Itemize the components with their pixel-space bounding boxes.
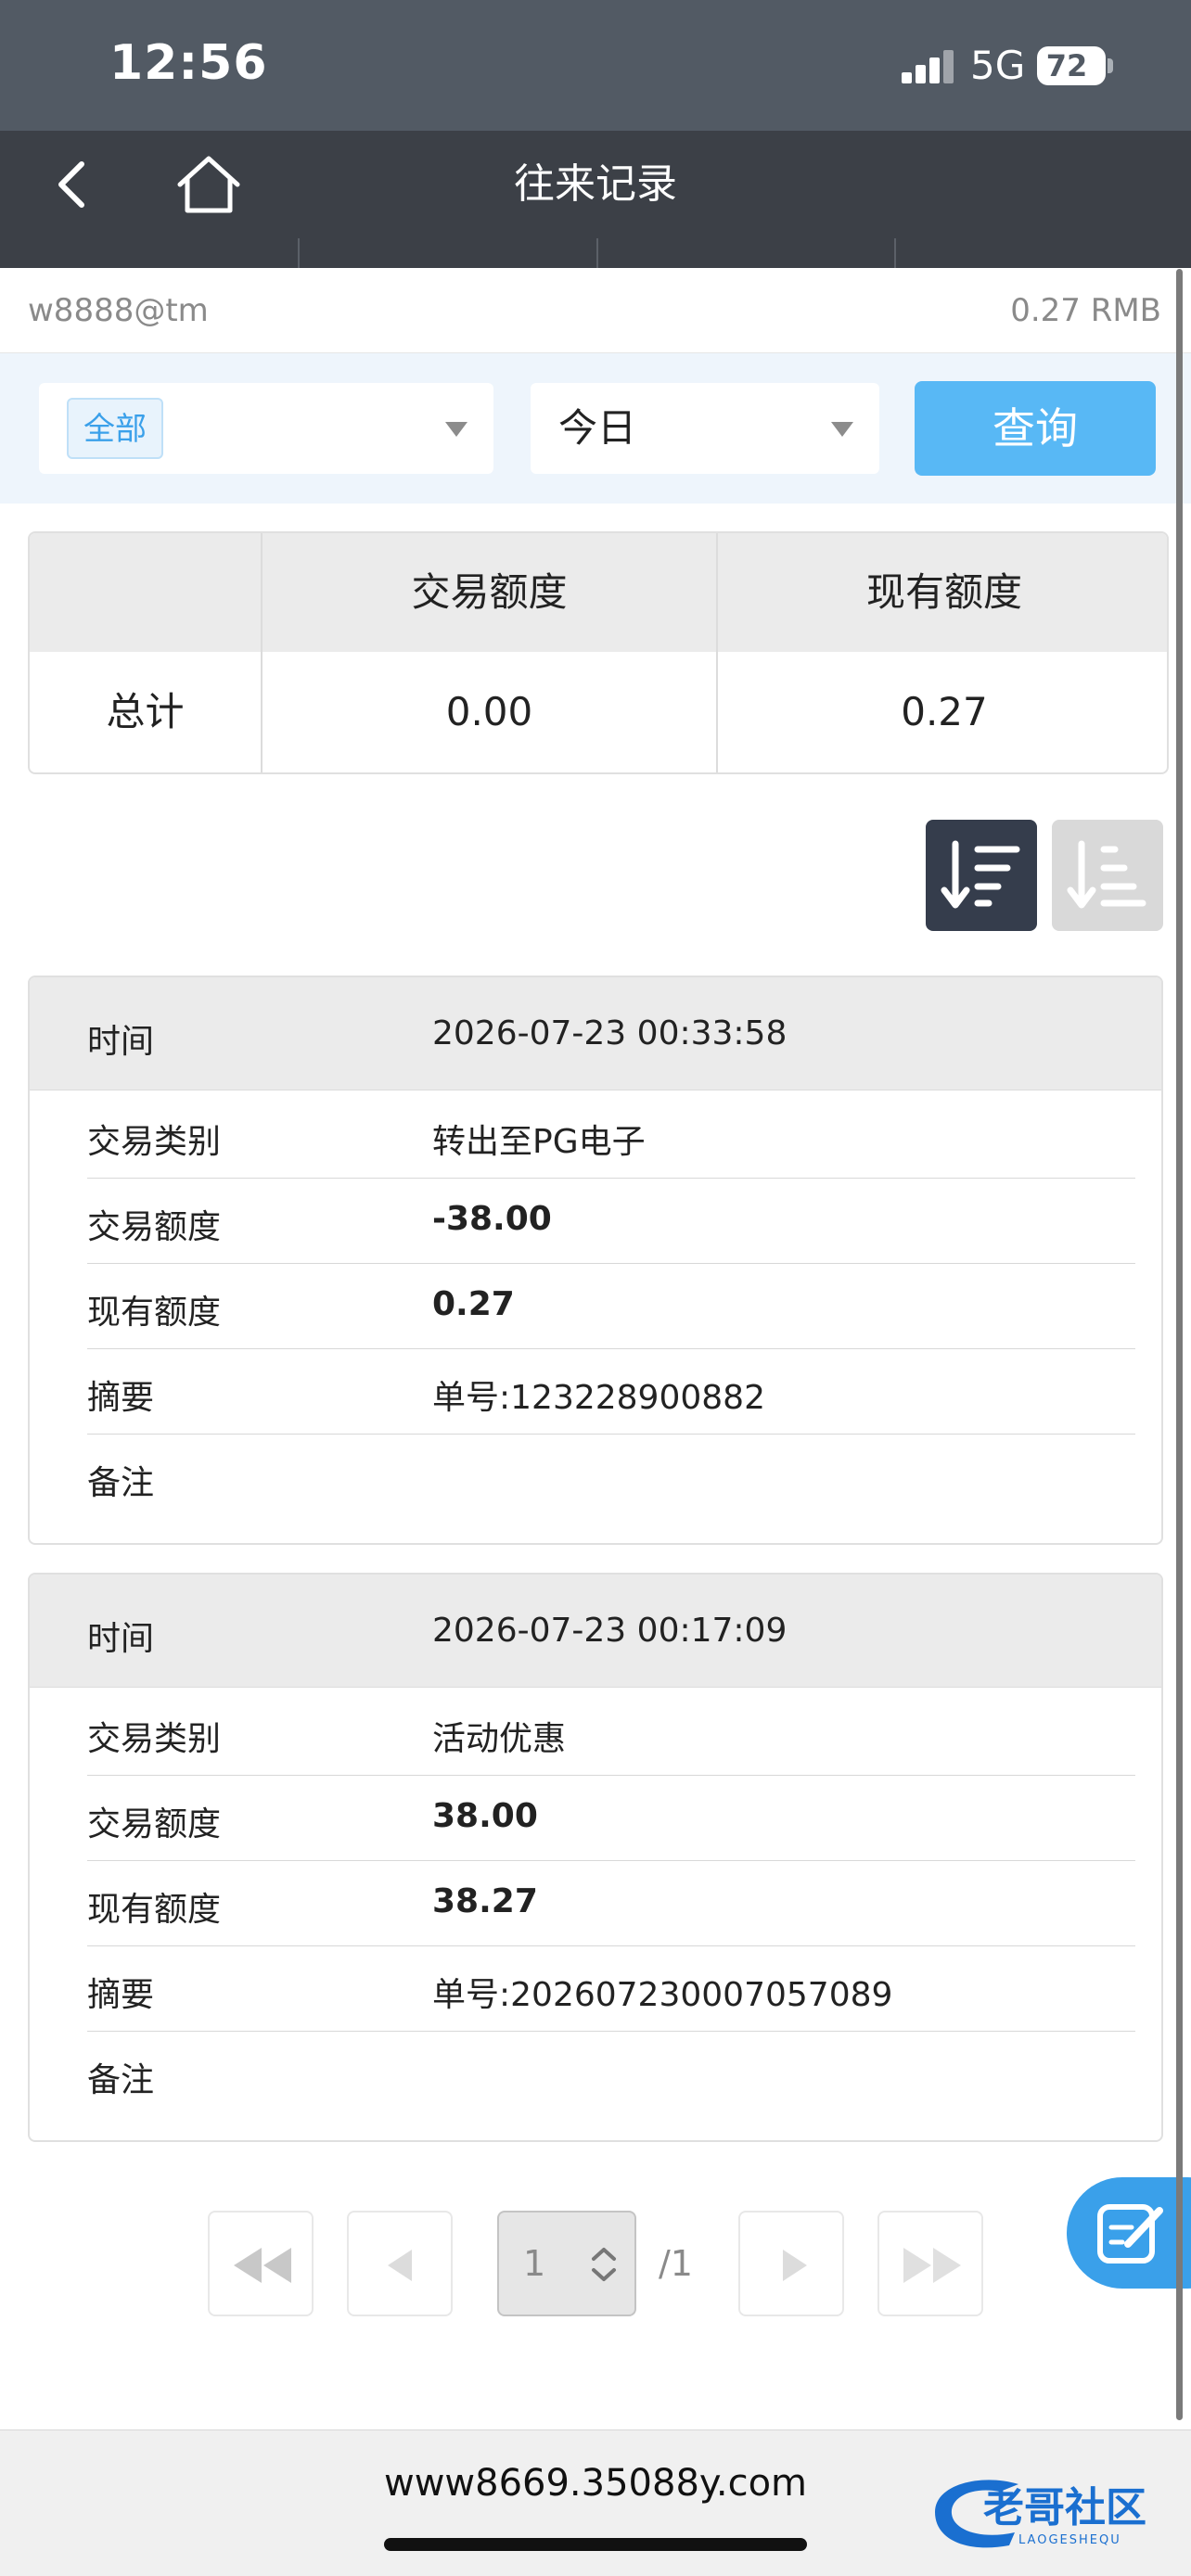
sort-ascending-button[interactable] xyxy=(1052,820,1163,931)
stepper-icon[interactable] xyxy=(588,2244,620,2285)
record-remark-label: 备注 xyxy=(87,1464,155,1502)
account-bar: w8888@tm 0.27 RMB xyxy=(0,268,1191,353)
battery-icon: 72 xyxy=(1037,46,1106,85)
date-select[interactable]: 今日 xyxy=(531,383,879,474)
floating-edit-button[interactable] xyxy=(1067,2177,1191,2289)
battery-level: 72 xyxy=(1045,48,1088,83)
svg-text:老哥社区: 老哥社区 xyxy=(983,2484,1146,2531)
record-card: 时间 2026-07-23 00:17:09 交易类别 活动优惠 交易额度 38… xyxy=(28,1573,1163,2142)
summary-table: 交易额度 现有额度 总计 0.00 0.27 xyxy=(28,531,1169,774)
sort-descending-icon xyxy=(941,840,1020,909)
type-select-tag[interactable]: 全部 xyxy=(67,398,163,459)
date-select-value: 今日 xyxy=(558,405,637,451)
filter-row: 全部 今日 查询 xyxy=(0,353,1191,504)
battery-cap xyxy=(1108,58,1113,73)
nav-header: 往来记录 xyxy=(0,131,1191,238)
account-username: w8888@tm xyxy=(28,292,209,329)
record-type-label: 交易类别 xyxy=(87,1123,222,1161)
query-button[interactable]: 查询 xyxy=(915,381,1156,476)
home-indicator[interactable] xyxy=(384,2538,807,2551)
record-amount-label: 交易额度 xyxy=(87,1208,222,1246)
record-card-header: 时间 2026-07-23 00:33:58 xyxy=(30,977,1161,1090)
sort-descending-button[interactable] xyxy=(926,820,1037,931)
record-amount-label: 交易额度 xyxy=(87,1805,222,1843)
next-page-button[interactable] xyxy=(738,2211,844,2316)
record-type: 转出至PG电子 xyxy=(432,1123,646,1161)
page-number-input[interactable]: 1 xyxy=(497,2211,636,2316)
record-summary: 单号:202607230007057089 xyxy=(432,1976,893,2014)
prev-page-button[interactable] xyxy=(347,2211,453,2316)
network-label: 5G xyxy=(970,43,1026,88)
record-summary-label: 摘要 xyxy=(87,1976,155,2014)
account-balance: 0.27 RMB xyxy=(1010,292,1161,329)
edit-icon xyxy=(1097,2204,1163,2264)
summary-row-label: 总计 xyxy=(106,689,185,734)
chevron-left-icon[interactable] xyxy=(46,157,102,212)
watermark-logo: 老哥社区 LAOGESHEQU xyxy=(926,2466,1176,2558)
scrollbar[interactable] xyxy=(1176,269,1183,2420)
chevron-left-icon xyxy=(388,2250,412,2281)
record-card: 时间 2026-07-23 00:33:58 交易类别 转出至PG电子 交易额度… xyxy=(28,976,1163,1545)
chevron-down-icon xyxy=(831,422,853,437)
record-summary-label: 摘要 xyxy=(87,1379,155,1417)
svg-text:LAOGESHEQU: LAOGESHEQU xyxy=(1018,2533,1121,2547)
first-page-button[interactable] xyxy=(208,2211,314,2316)
record-balance-label: 现有额度 xyxy=(87,1294,222,1332)
summary-col-current: 现有额度 xyxy=(865,569,1022,615)
record-remark-label: 备注 xyxy=(87,2061,155,2099)
record-amount: 38.00 xyxy=(432,1797,538,1835)
sort-ascending-icon xyxy=(1067,840,1146,909)
record-balance: 38.27 xyxy=(432,1882,538,1920)
status-bar: 12:56 5G 72 xyxy=(0,0,1191,131)
record-time: 2026-07-23 00:17:09 xyxy=(432,1612,788,1650)
record-type-label: 交易类别 xyxy=(87,1720,222,1758)
signal-icon xyxy=(902,50,954,83)
type-select[interactable]: 全部 xyxy=(39,383,493,474)
record-balance: 0.27 xyxy=(432,1285,515,1323)
page-number-value: 1 xyxy=(523,2243,546,2284)
dragon-logo-icon: 老哥社区 LAOGESHEQU xyxy=(935,2480,1146,2548)
status-time: 12:56 xyxy=(109,35,268,91)
record-card-header: 时间 2026-07-23 00:17:09 xyxy=(30,1575,1161,1688)
record-type: 活动优惠 xyxy=(432,1720,567,1758)
record-time: 2026-07-23 00:33:58 xyxy=(432,1014,788,1052)
browser-footer: www8669.35088y.com 老哥社区 LAOGESHEQU xyxy=(0,2429,1191,2576)
double-chevron-right-icon xyxy=(903,2248,961,2283)
record-summary: 单号:123228900882 xyxy=(432,1379,765,1417)
record-balance-label: 现有额度 xyxy=(87,1891,222,1929)
record-time-label: 时间 xyxy=(87,1620,155,1658)
sub-tab-strip xyxy=(0,238,1191,268)
record-time-label: 时间 xyxy=(87,1023,155,1061)
summary-current-amount: 0.27 xyxy=(901,689,988,734)
chevron-right-icon xyxy=(783,2250,807,2281)
record-amount: -38.00 xyxy=(432,1200,552,1238)
double-chevron-left-icon xyxy=(234,2248,291,2283)
last-page-button[interactable] xyxy=(877,2211,983,2316)
chevron-down-icon xyxy=(445,422,467,437)
page-total: /1 xyxy=(659,2243,693,2284)
summary-col-trade: 交易额度 xyxy=(411,569,568,615)
summary-trade-amount: 0.00 xyxy=(445,689,533,734)
home-icon[interactable] xyxy=(176,155,241,214)
